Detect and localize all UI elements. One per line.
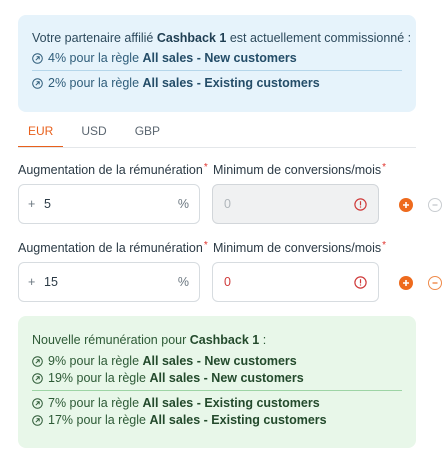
new-rule-line: 7% pour la règle All sales - Existing cu… — [32, 395, 402, 412]
current-commission-intro: Votre partenaire affilié Cashback 1 est … — [32, 30, 411, 46]
min-conversions-label: Minimum de conversions/mois* — [213, 162, 386, 177]
increase-label-text: Augmentation de la rémunération — [18, 241, 203, 255]
percent-unit: % — [177, 275, 189, 289]
rule-percent: 4% pour la règle — [48, 51, 140, 65]
add-row-button[interactable] — [399, 198, 413, 212]
rule-name: All sales - New customers — [142, 51, 297, 65]
increase-value: 5 — [44, 197, 51, 211]
new-rule-line: 19% pour la règle All sales - New custom… — [32, 370, 402, 387]
min-conversions-label-text: Minimum de conversions/mois — [213, 163, 382, 177]
increase-input[interactable]: + 15 % — [18, 262, 200, 302]
arrow-up-right-circle-icon — [32, 53, 43, 64]
arrow-up-right-circle-icon — [32, 415, 43, 426]
tab-usd[interactable]: USD — [71, 118, 116, 148]
arrow-up-right-circle-icon — [32, 398, 43, 409]
required-marker: * — [203, 162, 208, 173]
rule-name: All sales - Existing customers — [142, 76, 320, 90]
new-rule-line: 9% pour la règle All sales - New custome… — [32, 353, 402, 370]
plus-circle-icon — [403, 280, 409, 286]
current-commission-box: Votre partenaire affilié Cashback 1 est … — [18, 15, 416, 112]
rule-name: All sales - New customers — [142, 354, 297, 368]
rule-percent: 7% pour la règle — [48, 396, 140, 410]
intro-suffix: est actuellement commissionné : — [226, 31, 412, 45]
new-rule-line: 17% pour la règle All sales - Existing c… — [32, 412, 402, 429]
arrow-up-right-circle-icon — [32, 78, 43, 89]
rule-percent: 9% pour la règle — [48, 354, 140, 368]
increase-label: Augmentation de la rémunération* — [18, 240, 208, 255]
tabs-divider — [18, 147, 416, 148]
rule-percent: 2% pour la règle — [48, 76, 140, 90]
percent-unit: % — [177, 197, 189, 211]
rule-percent: 19% pour la règle — [48, 371, 146, 385]
remove-row-button[interactable] — [428, 276, 442, 290]
min-conversions-label: Minimum de conversions/mois* — [213, 240, 386, 255]
current-rule-line: 2% pour la règle All sales - Existing cu… — [32, 75, 402, 92]
min-conversions-input: 0 — [212, 184, 379, 224]
affiliate-name: Cashback 1 — [189, 333, 260, 347]
currency-tabs: EUR USD GBP — [18, 118, 178, 148]
intro-prefix: Nouvelle rémunération pour — [32, 333, 190, 347]
divider — [32, 390, 402, 391]
exclamation-circle-icon — [354, 197, 367, 211]
tab-eur[interactable]: EUR — [18, 118, 64, 148]
increase-label-text: Augmentation de la rémunération — [18, 163, 203, 177]
current-rule-line: 4% pour la règle All sales - New custome… — [32, 50, 402, 67]
remove-row-button[interactable] — [428, 198, 442, 212]
plus-sign: + — [28, 275, 36, 289]
required-marker: * — [382, 162, 387, 173]
divider — [32, 70, 402, 71]
intro-suffix: : — [259, 333, 267, 347]
required-marker: * — [382, 240, 387, 251]
exclamation-circle-icon — [354, 275, 367, 289]
min-conversions-value: 0 — [224, 275, 231, 289]
rule-percent: 17% pour la règle — [48, 413, 146, 427]
increase-label: Augmentation de la rémunération* — [18, 162, 208, 177]
arrow-up-right-circle-icon — [32, 373, 43, 384]
rule-name: All sales - Existing customers — [142, 396, 320, 410]
required-marker: * — [203, 240, 208, 251]
plus-circle-icon — [403, 202, 409, 208]
affiliate-name: Cashback 1 — [156, 31, 227, 45]
increase-value: 15 — [44, 275, 58, 289]
rule-name: All sales - Existing customers — [149, 413, 327, 427]
intro-prefix: Votre partenaire affilié — [32, 31, 157, 45]
min-conversions-label-text: Minimum de conversions/mois — [213, 241, 382, 255]
new-commission-box: Nouvelle rémunération pour Cashback 1 : … — [18, 316, 416, 448]
rule-name: All sales - New customers — [149, 371, 304, 385]
plus-sign: + — [28, 197, 36, 211]
add-row-button[interactable] — [399, 276, 413, 290]
increase-input[interactable]: + 5 % — [18, 184, 200, 224]
minus-circle-icon — [432, 282, 438, 284]
min-conversions-value: 0 — [224, 197, 231, 211]
new-commission-intro: Nouvelle rémunération pour Cashback 1 : — [32, 332, 402, 348]
minus-circle-icon — [432, 204, 438, 206]
min-conversions-input[interactable]: 0 — [212, 262, 379, 302]
arrow-up-right-circle-icon — [32, 356, 43, 367]
tab-gbp[interactable]: GBP — [125, 118, 170, 148]
